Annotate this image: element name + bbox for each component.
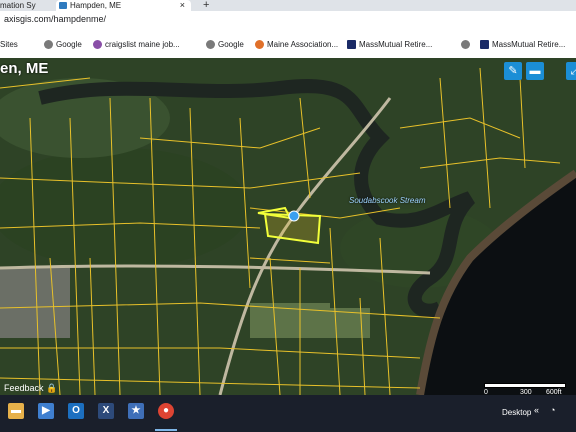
excel-icon[interactable]: X <box>98 403 114 419</box>
tab-label: mation Sy <box>0 1 36 10</box>
org-icon <box>255 40 264 49</box>
tab-hampden[interactable]: Hampden, ME × <box>56 0 191 11</box>
tray-chevron-icon[interactable]: « <box>534 405 539 415</box>
desktop-toolbar[interactable]: Desktop <box>502 408 531 417</box>
peace-icon <box>93 40 102 49</box>
app-icon[interactable]: ★ <box>128 403 144 419</box>
favicon-icon <box>59 2 67 9</box>
chrome-icon[interactable]: ● <box>158 403 174 419</box>
layers-icon[interactable]: ▬ <box>526 62 544 80</box>
stream-label: Soudabscook Stream <box>349 196 426 205</box>
pencil-icon[interactable]: ✎ <box>504 62 522 80</box>
google-icon <box>44 40 53 49</box>
url-text[interactable]: axisgis.com/hampdenme/ <box>4 14 106 24</box>
bookmark-sites[interactable]: Sites <box>0 40 18 49</box>
bookmark-google-2[interactable]: Google <box>206 40 244 49</box>
bookmark-maine-association[interactable]: Maine Association... <box>255 40 338 49</box>
media-player-icon[interactable]: ▶ <box>38 403 54 419</box>
expand-icon[interactable]: ⤢ <box>566 62 576 80</box>
taskbar: ▬ ▶ O X ★ ● Desktop « ◔ <box>0 395 576 432</box>
notification-icon[interactable]: ◔ <box>550 405 555 415</box>
bookmarks-bar: Sites Google craigslist maine job... Goo… <box>0 32 576 59</box>
bookmark-google[interactable]: Google <box>44 40 82 49</box>
gis-map[interactable]: en, ME ✎ ▬ ⤢ Soudabscook Stream Feedback… <box>0 58 576 395</box>
bookmark-massmutual[interactable]: MassMutual Retire... <box>347 40 432 49</box>
scale-bar-line <box>484 383 566 388</box>
massmutual-icon <box>347 40 356 49</box>
aerial-imagery <box>0 58 576 395</box>
active-app-indicator <box>155 429 177 431</box>
close-tab-icon[interactable]: × <box>180 0 185 11</box>
google-icon <box>206 40 215 49</box>
browser-tab-strip: mation Sy Hampden, ME × + <box>0 0 576 11</box>
bookmark-craigslist[interactable]: craigslist maine job... <box>93 40 180 49</box>
map-title: en, ME <box>0 60 49 77</box>
massmutual-icon <box>480 40 489 49</box>
address-bar: axisgis.com/hampdenme/ <box>0 11 576 33</box>
tab-label: Hampden, ME <box>70 1 122 10</box>
google-icon <box>461 40 470 49</box>
feedback-button[interactable]: Feedback 🔒 <box>4 383 57 394</box>
bookmark-google-3[interactable] <box>461 40 473 49</box>
new-tab-button[interactable]: + <box>203 0 209 11</box>
outlook-icon[interactable]: O <box>68 403 84 419</box>
file-explorer-icon[interactable]: ▬ <box>8 403 24 419</box>
bookmark-massmutual-2[interactable]: MassMutual Retire... <box>480 40 565 49</box>
lock-icon: 🔒 <box>46 383 58 393</box>
tab-previous[interactable]: mation Sy <box>0 0 52 11</box>
